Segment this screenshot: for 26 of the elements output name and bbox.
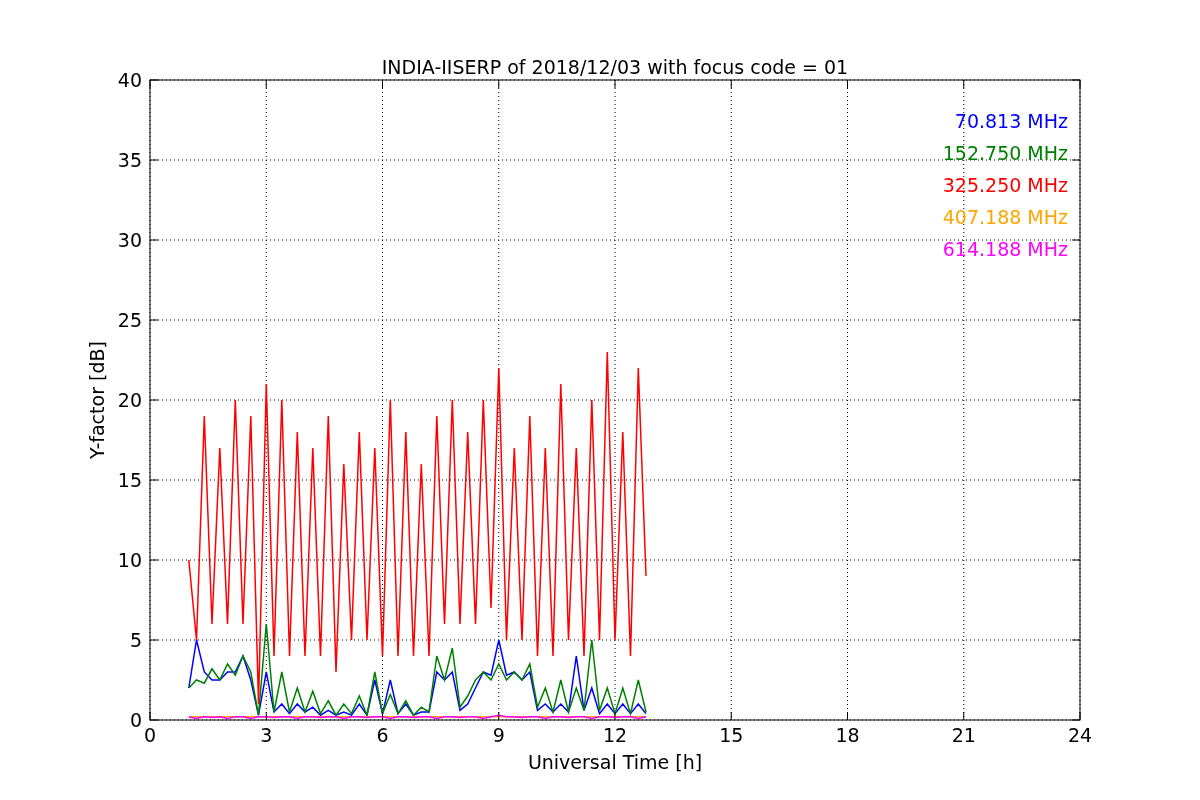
tick-label: 40 — [117, 69, 142, 91]
tick-label: 12 — [602, 724, 628, 746]
tick-label: 9 — [492, 724, 505, 746]
tick-label: 35 — [117, 149, 142, 171]
tick-label: 24 — [1067, 724, 1093, 746]
legend-label: 407.188 MHz — [942, 206, 1068, 228]
tick-label: 15 — [719, 724, 744, 746]
tick-label: 21 — [951, 724, 976, 746]
tick-label: 10 — [117, 549, 142, 571]
tick-label: 0 — [129, 709, 142, 731]
legend-label: 614.188 MHz — [942, 238, 1068, 260]
tick-label: 0 — [143, 724, 157, 746]
tick-label: 20 — [117, 389, 142, 411]
tick-label: 6 — [376, 724, 389, 746]
y-axis-label: Y-factor [dB] — [86, 341, 108, 459]
tick-label: 18 — [835, 724, 860, 746]
tick-label: 30 — [117, 229, 142, 251]
tick-label: 3 — [260, 724, 273, 746]
legend-label: 325.250 MHz — [942, 174, 1068, 196]
tick-label: 15 — [117, 469, 142, 491]
x-axis-label: Universal Time [h] — [527, 751, 703, 773]
tick-label: 5 — [129, 629, 142, 651]
tick-label: 25 — [117, 309, 142, 331]
legend-label: 152.750 MHz — [942, 142, 1068, 164]
legend-label: 70.813 MHz — [954, 110, 1068, 132]
chart-title: INDIA-IISERP of 2018/12/03 with focus code = 01 — [381, 56, 849, 78]
